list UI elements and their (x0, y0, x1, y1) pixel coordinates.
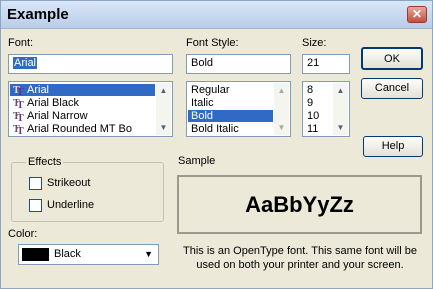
font-dialog: Example ✕ Font: Arial TArial TArial Blac… (0, 0, 433, 289)
font-style-item[interactable]: Bold (188, 110, 273, 122)
color-label: Color: (8, 228, 38, 240)
font-list-item[interactable]: TArial (10, 84, 155, 96)
effects-label: Effects (26, 156, 64, 168)
font-style-item[interactable]: Bold Italic (188, 123, 273, 135)
font-list-item[interactable]: TArial Rounded MT Bo (10, 123, 155, 135)
size-item[interactable]: 11 (304, 123, 332, 135)
description-line: This is an OpenType font. This same font… (183, 245, 417, 257)
close-button[interactable]: ✕ (407, 6, 427, 23)
font-style-item[interactable]: Regular (188, 84, 273, 96)
font-style-label: Font Style: (186, 37, 239, 49)
size-scrollbar[interactable]: ▲ ▼ (333, 83, 348, 135)
font-style-input-value: Bold (191, 57, 214, 69)
color-select[interactable]: Black ▼ (18, 244, 159, 265)
description-line: used on both your printer and your scree… (196, 259, 404, 271)
effects-group: Effects (11, 156, 164, 222)
strikeout-checkbox[interactable] (29, 177, 42, 190)
font-style-item[interactable]: Italic (188, 97, 273, 109)
size-label: Size: (302, 37, 327, 49)
font-list-scrollbar[interactable]: ▲ ▼ (156, 83, 171, 135)
sample-text: AaBbYyZz (245, 191, 354, 217)
font-style-scrollbar[interactable]: ▲ ▼ (274, 83, 289, 135)
cancel-button[interactable]: Cancel (361, 78, 423, 99)
help-button[interactable]: Help (363, 136, 423, 157)
font-list-item[interactable]: TArial Narrow (10, 110, 155, 122)
window-title: Example (7, 6, 69, 23)
truetype-icon: T (13, 111, 27, 122)
underline-checkbox[interactable] (29, 199, 42, 212)
scroll-down-icon[interactable]: ▼ (274, 120, 289, 135)
scroll-up-icon[interactable]: ▲ (274, 83, 289, 98)
close-icon: ✕ (411, 7, 423, 21)
scroll-down-icon[interactable]: ▼ (156, 120, 171, 135)
sample-preview: AaBbYyZz (177, 175, 422, 234)
size-list[interactable]: 8 9 10 11 ▲ ▼ (302, 81, 350, 137)
title-bar[interactable]: Example ✕ (1, 1, 432, 29)
strikeout-label[interactable]: Strikeout (47, 177, 90, 189)
scroll-up-icon[interactable]: ▲ (156, 83, 171, 98)
ok-button[interactable]: OK (361, 47, 423, 70)
size-item[interactable]: 10 (304, 110, 332, 122)
scroll-up-icon[interactable]: ▲ (333, 83, 348, 98)
font-style-list[interactable]: Regular Italic Bold Bold Italic ▲ ▼ (186, 81, 291, 137)
dropdown-arrow-icon[interactable]: ▼ (144, 249, 153, 259)
font-label: Font: (8, 37, 34, 49)
color-swatch (22, 248, 49, 261)
color-value: Black (54, 248, 81, 260)
truetype-icon: T (13, 98, 27, 109)
font-input-value: Arial (13, 57, 38, 69)
truetype-icon: T (13, 124, 27, 135)
size-input-value: 21 (307, 57, 320, 69)
font-description: This is an OpenType font. This same font… (171, 244, 429, 272)
font-list[interactable]: TArial TArial Black TArial Narrow TArial… (8, 81, 173, 137)
size-input[interactable]: 21 (302, 54, 350, 74)
underline-label[interactable]: Underline (47, 199, 94, 211)
size-item[interactable]: 9 (304, 97, 332, 109)
font-list-item[interactable]: TArial Black (10, 97, 155, 109)
size-item[interactable]: 8 (304, 84, 332, 96)
truetype-icon: T (13, 85, 27, 96)
font-style-input[interactable]: Bold (186, 54, 291, 74)
font-input[interactable]: Arial (8, 54, 173, 74)
sample-label: Sample (178, 155, 216, 167)
scroll-down-icon[interactable]: ▼ (333, 120, 348, 135)
